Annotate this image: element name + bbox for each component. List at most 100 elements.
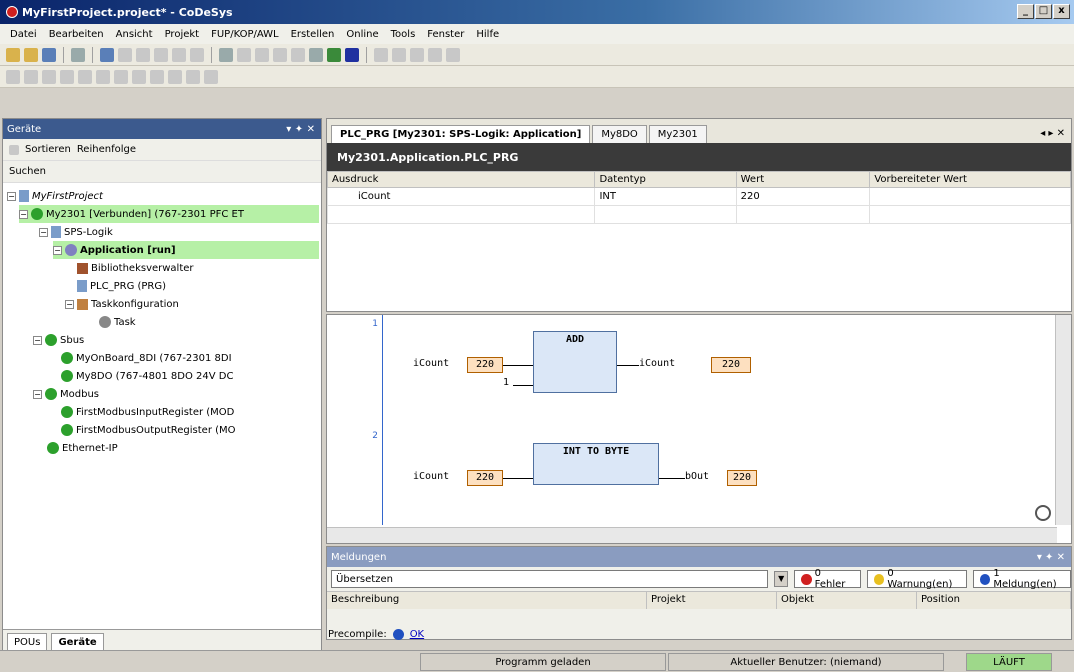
build-icon[interactable] (255, 47, 269, 62)
sort-button[interactable]: Sortieren (25, 144, 71, 155)
col-datatype[interactable]: Datentyp (594, 171, 737, 188)
tab-plc-prg[interactable]: PLC_PRG [My2301: SPS-Logik: Application] (331, 125, 591, 143)
menu-online[interactable]: Online (340, 29, 384, 40)
input-var[interactable]: iCount (413, 471, 449, 482)
col-position[interactable]: Position (917, 592, 1071, 609)
menu-fup-kop-awl[interactable]: FUP/KOP/AWL (205, 29, 285, 40)
branch-icon[interactable] (204, 69, 218, 84)
horizontal-scrollbar[interactable] (327, 527, 1057, 543)
output-var[interactable]: bOut (685, 471, 709, 482)
input-icon[interactable] (96, 69, 110, 84)
minimize-button[interactable]: _ (1017, 4, 1034, 19)
tree-node-application[interactable]: − Application [run] (53, 241, 319, 259)
paste-icon[interactable] (172, 47, 186, 62)
copy-icon[interactable] (154, 47, 168, 62)
step-out-icon[interactable] (428, 47, 442, 62)
warnings-filter[interactable]: 0 Warnung(en) (866, 568, 967, 590)
new-icon[interactable] (6, 47, 20, 62)
tree-node-plc-prg[interactable]: PLC_PRG (PRG) (77, 277, 166, 295)
tab-my2301[interactable]: My2301 (648, 125, 707, 143)
menu-projekt[interactable]: Projekt (159, 29, 206, 40)
coil-icon[interactable] (150, 69, 164, 84)
cell-prepared-value[interactable] (869, 187, 1071, 206)
message-category-select[interactable]: Übersetzen (331, 570, 769, 588)
menu-ansicht[interactable]: Ansicht (110, 29, 159, 40)
menu-datei[interactable]: Datei (4, 29, 43, 40)
tab-my8do[interactable]: My8DO (592, 125, 647, 143)
assign-icon[interactable] (42, 69, 56, 84)
network-icon[interactable] (6, 69, 20, 84)
tree-node-project[interactable]: − MyFirstProject (7, 187, 103, 205)
force-icon[interactable] (446, 47, 460, 62)
order-button[interactable]: Reihenfolge (77, 144, 136, 155)
box-icon[interactable] (24, 69, 38, 84)
maximize-button[interactable]: □ (1035, 4, 1052, 19)
device-icon[interactable] (309, 47, 323, 62)
messages-pane-controls[interactable]: ▾ ✦ ✕ (1037, 552, 1071, 563)
negate-icon[interactable] (168, 69, 182, 84)
tree-node-my8do[interactable]: My8DO (767-4801 8DO 24V DC (61, 367, 233, 385)
logout-icon[interactable] (291, 47, 305, 62)
chevron-down-icon[interactable]: ▼ (774, 571, 788, 587)
online-value[interactable]: 220 (727, 470, 757, 486)
open-icon[interactable] (24, 47, 38, 62)
infos-filter[interactable]: 1 Meldung(en) (972, 568, 1071, 590)
search-button[interactable]: Suchen (9, 166, 46, 177)
zoom-icon[interactable] (1035, 505, 1051, 521)
col-prepared-value[interactable]: Vorbereiteter Wert (869, 171, 1071, 188)
col-value[interactable]: Wert (735, 171, 871, 188)
save-icon[interactable] (42, 47, 56, 62)
menu-fenster[interactable]: Fenster (421, 29, 470, 40)
input-var[interactable]: iCount (413, 358, 449, 369)
find-icon[interactable] (219, 47, 233, 62)
tree-node-my2301[interactable]: − My2301 [Verbunden] (767-2301 PFC ET (19, 205, 319, 223)
cut-icon[interactable] (136, 47, 150, 62)
col-object[interactable]: Objekt (777, 592, 917, 609)
menu-tools[interactable]: Tools (385, 29, 422, 40)
int-to-byte-block[interactable]: INT TO BYTE (533, 443, 659, 485)
tree-node-task[interactable]: Task (99, 313, 136, 331)
tree-node-library-manager[interactable]: Bibliotheksverwalter (77, 259, 194, 277)
stop-icon[interactable] (345, 47, 359, 62)
redo-icon[interactable] (118, 47, 132, 62)
login-icon[interactable] (273, 47, 287, 62)
tree-node-task-config[interactable]: − Taskkonfiguration (65, 295, 179, 313)
replace-icon[interactable] (237, 47, 251, 62)
precompile-ok-link[interactable]: OK (410, 629, 424, 640)
jump-icon[interactable] (60, 69, 74, 84)
return-icon[interactable] (78, 69, 92, 84)
tree-node-ethernet-ip[interactable]: Ethernet-IP (47, 439, 118, 457)
online-value[interactable]: 220 (467, 470, 503, 486)
errors-filter[interactable]: 0 Fehler (793, 568, 861, 590)
menu-bearbeiten[interactable]: Bearbeiten (43, 29, 110, 40)
contact-icon[interactable] (132, 69, 146, 84)
table-row[interactable]: iCount INT 220 (326, 187, 1071, 206)
breakpoint-icon[interactable] (374, 47, 388, 62)
step-over-icon[interactable] (392, 47, 406, 62)
col-expression[interactable]: Ausdruck (326, 171, 596, 188)
step-into-icon[interactable] (410, 47, 424, 62)
tab-scroll-controls[interactable]: ◂ ▸ ✕ (1040, 128, 1071, 143)
tree-node-sps-logik[interactable]: − SPS-Logik (39, 223, 113, 241)
tree-node-onboard-8di[interactable]: MyOnBoard_8DI (767-2301 8DI (61, 349, 232, 367)
tree-node-sbus[interactable]: − Sbus (33, 331, 84, 349)
page-icon[interactable] (9, 144, 19, 155)
set-reset-icon[interactable] (186, 69, 200, 84)
online-value[interactable]: 220 (467, 357, 503, 373)
devices-pane-controls[interactable]: ▾ ✦ ✕ (286, 124, 321, 135)
tree-node-modbus[interactable]: − Modbus (33, 385, 99, 403)
delete-icon[interactable] (190, 47, 204, 62)
vertical-scrollbar[interactable] (1055, 315, 1071, 525)
col-project[interactable]: Projekt (647, 592, 777, 609)
output-var[interactable]: iCount (639, 358, 675, 369)
output-icon[interactable] (114, 69, 128, 84)
online-value[interactable]: 220 (711, 357, 751, 373)
menu-hilfe[interactable]: Hilfe (470, 29, 505, 40)
close-button[interactable]: x (1053, 4, 1070, 19)
tree-node-modbus-input[interactable]: FirstModbusInputRegister (MOD (61, 403, 234, 421)
tree-node-modbus-output[interactable]: FirstModbusOutputRegister (MO (61, 421, 236, 439)
run-icon[interactable] (327, 47, 341, 62)
menu-erstellen[interactable]: Erstellen (285, 29, 341, 40)
add-block[interactable]: ADD (533, 331, 617, 393)
col-description[interactable]: Beschreibung (327, 592, 647, 609)
